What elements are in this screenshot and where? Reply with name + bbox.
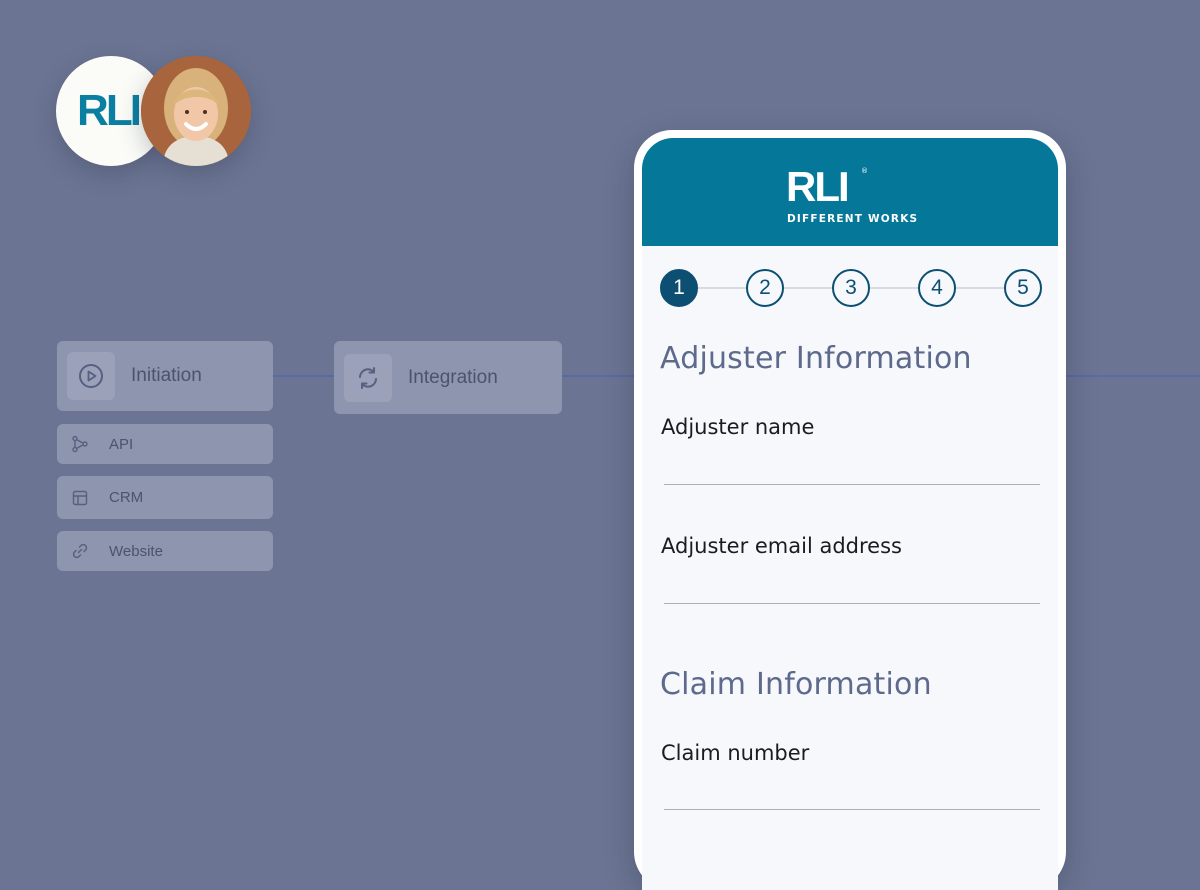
play-circle-icon xyxy=(67,352,115,400)
phone-screen: RLI ® DIFFERENT WORKS 1 2 3 4 5 Adjuster… xyxy=(642,138,1058,890)
refresh-icon xyxy=(344,353,392,402)
layout-icon xyxy=(71,489,89,507)
adjuster-name-input[interactable] xyxy=(664,484,1040,485)
adjuster-email-label: Adjuster email address xyxy=(661,534,902,558)
company-logo-text: RLI xyxy=(77,86,142,135)
section-title-adjuster: Adjuster Information xyxy=(660,341,972,376)
brand-logo: RLI xyxy=(786,163,850,210)
step-5[interactable]: 5 xyxy=(1004,269,1042,307)
brand-tagline: DIFFERENT WORKS xyxy=(787,213,919,225)
section-title-claim: Claim Information xyxy=(660,667,932,702)
link-icon xyxy=(71,542,89,560)
step-indicator: 1 2 3 4 5 xyxy=(660,268,1042,308)
initiation-label: Initiation xyxy=(131,365,202,386)
step-4[interactable]: 4 xyxy=(918,269,956,307)
source-item-api[interactable]: API xyxy=(57,424,273,464)
branch-icon xyxy=(71,435,89,453)
source-item-website[interactable]: Website xyxy=(57,531,273,571)
source-label-website: Website xyxy=(109,542,163,560)
person-photo-icon xyxy=(141,56,251,166)
source-item-crm[interactable]: CRM xyxy=(57,476,273,519)
connector-line xyxy=(562,375,636,377)
adjuster-name-label: Adjuster name xyxy=(661,415,815,439)
connector-line xyxy=(1066,375,1200,377)
form-header: RLI ® DIFFERENT WORKS xyxy=(642,138,1058,246)
initiation-card[interactable]: Initiation xyxy=(57,341,273,411)
user-avatar xyxy=(141,56,251,166)
step-1[interactable]: 1 xyxy=(660,269,698,307)
claim-number-input[interactable] xyxy=(664,809,1040,810)
step-2[interactable]: 2 xyxy=(746,269,784,307)
integration-card[interactable]: Integration xyxy=(334,341,562,414)
registered-mark: ® xyxy=(861,167,868,175)
phone-mockup: RLI ® DIFFERENT WORKS 1 2 3 4 5 Adjuster… xyxy=(634,130,1066,890)
adjuster-email-input[interactable] xyxy=(664,603,1040,604)
step-3[interactable]: 3 xyxy=(832,269,870,307)
source-label-api: API xyxy=(109,435,134,453)
integration-label: Integration xyxy=(408,366,498,388)
source-label-crm: CRM xyxy=(109,489,144,506)
connector-line xyxy=(273,375,334,377)
claim-number-label: Claim number xyxy=(661,741,810,765)
